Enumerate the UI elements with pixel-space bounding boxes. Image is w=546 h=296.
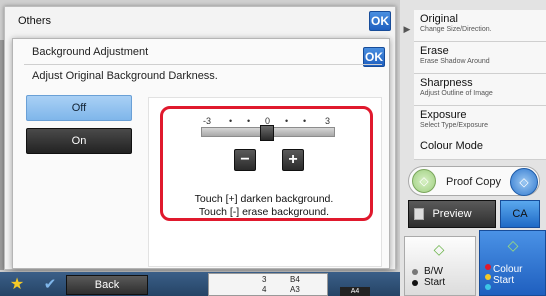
sidebar-item-sub: Change Size/Direction. xyxy=(420,26,492,33)
sidebar-item-original[interactable]: Original Change Size/Direction. xyxy=(414,10,546,42)
sidebar-item-label: Sharpness xyxy=(420,77,473,89)
start-diamond-icon: ◇ xyxy=(433,240,445,257)
start-icon[interactable]: ◇ xyxy=(510,168,538,196)
proof-copy-label: Proof Copy xyxy=(446,176,502,188)
on-button[interactable]: On xyxy=(26,128,132,154)
dialog-title: Background Adjustment xyxy=(32,46,149,58)
tray-number: 4 xyxy=(262,285,267,294)
sidebar-item-sub: Select Type/Exposure xyxy=(420,122,488,129)
slider-knob[interactable] xyxy=(260,125,274,141)
others-title: Others xyxy=(18,15,52,27)
slider-tick-dot: • xyxy=(285,116,289,126)
start-diamond-icon: ◇ xyxy=(507,236,519,253)
bw-start-label: B/W Start xyxy=(424,266,445,288)
colour-start-label: Colour Start xyxy=(493,264,522,286)
clear-all-button[interactable]: CA xyxy=(500,200,540,228)
proof-copy-icon: ◇ xyxy=(412,169,436,193)
slider-max-label: 3 xyxy=(325,116,331,126)
sidebar-item-label: Colour Mode xyxy=(420,140,483,152)
check-icon[interactable]: ✔ xyxy=(36,274,64,294)
sidebar-item-sharpness[interactable]: Sharpness Adjust Outline of Image xyxy=(414,74,546,106)
plus-button[interactable]: + xyxy=(282,149,304,171)
sidebar-item-exposure[interactable]: Exposure Select Type/Exposure xyxy=(414,106,546,132)
tray-size: B4 xyxy=(290,275,300,284)
preview-icon xyxy=(414,208,424,220)
sidebar-item-label: Exposure xyxy=(420,109,467,121)
sidebar-item-erase[interactable]: Erase Erase Shadow Around xyxy=(414,42,546,74)
tray-size: A3 xyxy=(290,285,300,294)
dialog-subtitle: Adjust Original Background Darkness. xyxy=(32,70,218,82)
grey-dot-icon xyxy=(412,269,418,275)
hint-darken: Touch [+] darken background. xyxy=(194,193,334,205)
sidebar-item-sub: Erase Shadow Around xyxy=(420,58,490,65)
cyan-dot-icon xyxy=(485,284,491,290)
expand-arrow-icon[interactable]: ▶ xyxy=(400,20,414,38)
paper-size-badge: A4 xyxy=(340,287,370,296)
colour-start-line2: Start xyxy=(493,275,515,286)
bw-start-line1: B/W xyxy=(424,266,443,277)
dialog-divider xyxy=(24,64,382,65)
back-button[interactable]: Back xyxy=(66,275,148,295)
paper-tray-indicator xyxy=(208,273,328,296)
minus-button[interactable]: − xyxy=(234,149,256,171)
bw-start-line2: Start xyxy=(424,277,446,288)
slider-min-label: -3 xyxy=(203,116,212,126)
off-button[interactable]: Off xyxy=(26,95,132,121)
star-icon[interactable]: ★ xyxy=(3,274,31,294)
sidebar-item-label: Erase xyxy=(420,45,449,57)
sidebar-item-colour-mode[interactable]: Colour Mode xyxy=(414,130,546,160)
yellow-dot-icon xyxy=(485,274,491,280)
tray-number: 3 xyxy=(262,275,267,284)
slider-tick-dot: • xyxy=(303,116,307,126)
sidebar-item-sub: Adjust Outline of Image xyxy=(420,90,493,97)
slider-tick-dot: • xyxy=(247,116,251,126)
colour-start-line1: Colour xyxy=(493,264,523,275)
sidebar-item-label: Original xyxy=(420,13,458,25)
magenta-dot-icon xyxy=(485,264,491,270)
hint-erase: Touch [-] erase background. xyxy=(198,206,330,218)
slider-tick-dot: • xyxy=(229,116,233,126)
black-dot-icon xyxy=(412,280,418,286)
others-ok-button[interactable]: OK xyxy=(369,11,391,31)
